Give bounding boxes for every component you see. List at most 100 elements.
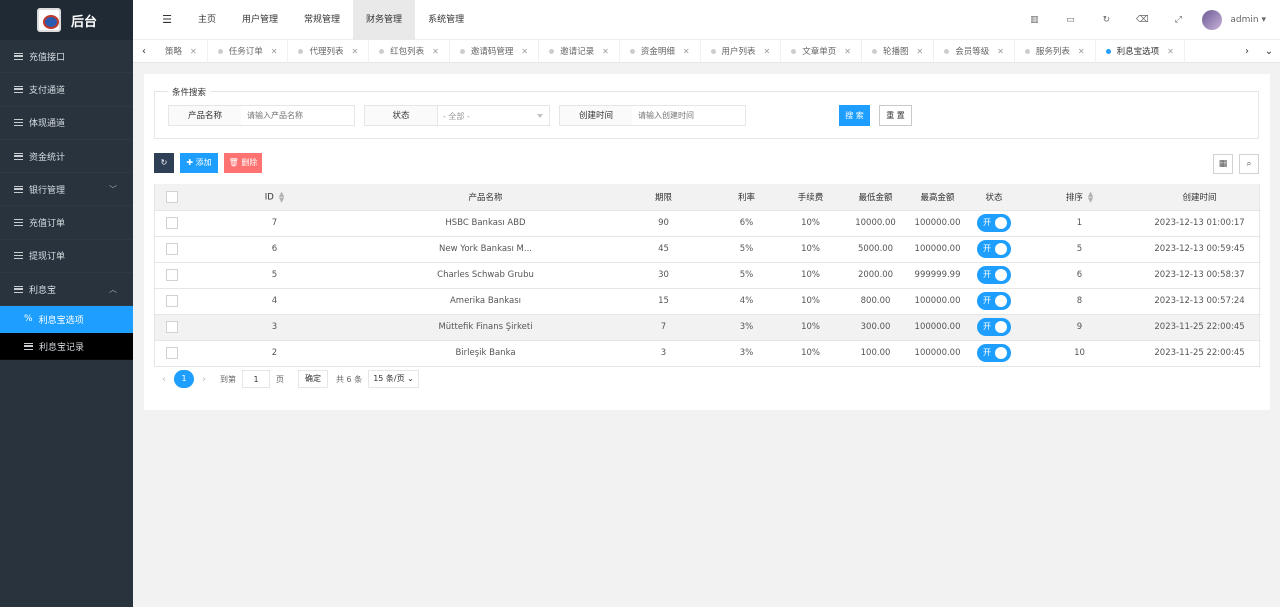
status-toggle[interactable]: 开	[977, 318, 1012, 336]
close-icon[interactable]: ✕	[1167, 47, 1174, 56]
status-toggle[interactable]: 开	[977, 266, 1012, 284]
row-checkbox[interactable]	[165, 269, 178, 281]
sort-icon[interactable]: ▲ ▼	[279, 190, 284, 203]
cell-name: Müttefik Finans Şirketi	[360, 314, 611, 341]
close-icon[interactable]: ✕	[764, 47, 771, 56]
refresh-icon[interactable]: ↻	[1088, 15, 1124, 25]
cell-created: 2023-11-25 22:00:45	[1139, 314, 1260, 341]
goto-confirm-button[interactable]: 确定	[298, 370, 328, 388]
refresh-icon: ↻	[160, 158, 168, 167]
search-icon[interactable]: ⌕	[1239, 154, 1259, 174]
cell-name: Charles Schwab Grubu	[360, 262, 611, 289]
fullscreen-icon[interactable]: ⤢	[1160, 15, 1196, 25]
chart-icon[interactable]: ▥	[1016, 15, 1052, 25]
row-checkbox-cell[interactable]	[154, 262, 189, 289]
tab-task-orders[interactable]: 任务订单 ✕	[208, 39, 289, 63]
th-sort[interactable]: 排序 ▲ ▼	[1019, 184, 1140, 211]
cell-created: 2023-12-13 00:59:45	[1139, 236, 1260, 263]
goto-page-input[interactable]	[242, 370, 270, 388]
close-icon[interactable]: ✕	[1078, 47, 1085, 56]
sidebar-item-withdraw-channel[interactable]: 体现通道	[0, 107, 133, 140]
tabs-dropdown-icon[interactable]: ⌄	[1258, 46, 1280, 57]
cell-id: 2	[188, 340, 361, 367]
created-time-input[interactable]	[632, 105, 746, 126]
tabs-next-icon[interactable]: ›	[1236, 46, 1258, 57]
row-checkbox-cell[interactable]	[154, 340, 189, 367]
sidebar-item-withdraw-orders[interactable]: 提现订单	[0, 240, 133, 273]
sidebar-item-bank-manage[interactable]: 银行管理 ﹀	[0, 173, 133, 206]
close-icon[interactable]: ✕	[432, 47, 439, 56]
row-checkbox-cell[interactable]	[154, 236, 189, 263]
tabs-prev-icon[interactable]: ‹	[133, 46, 155, 57]
add-button[interactable]: ✚ 添加	[180, 153, 218, 173]
close-icon[interactable]: ✕	[602, 47, 609, 56]
tab-redpacket[interactable]: 红包列表 ✕	[369, 39, 450, 63]
nav-home[interactable]: 主页	[185, 0, 229, 40]
tab-carousel[interactable]: 轮播图 ✕	[862, 39, 935, 63]
tab-services[interactable]: 服务列表 ✕	[1015, 39, 1096, 63]
sidebar-subitem-interest-options[interactable]: % 利息宝选项	[0, 306, 133, 334]
nav-general[interactable]: 常规管理	[291, 0, 353, 40]
close-icon[interactable]: ✕	[683, 47, 690, 56]
sidebar-item-interest[interactable]: 利息宝 ︿	[0, 273, 133, 306]
nav-system[interactable]: 系统管理	[415, 0, 477, 40]
row-checkbox[interactable]	[165, 321, 178, 333]
close-icon[interactable]: ✕	[844, 47, 851, 56]
status-toggle[interactable]: 开	[977, 292, 1012, 310]
row-checkbox-cell[interactable]	[154, 210, 189, 237]
close-icon[interactable]: ✕	[351, 47, 358, 56]
row-checkbox[interactable]	[165, 347, 178, 359]
sidebar-item-recharge-orders[interactable]: 充值订单	[0, 206, 133, 239]
status-toggle[interactable]: 开	[977, 240, 1012, 258]
select-all-checkbox-cell[interactable]	[154, 184, 189, 211]
tab-user-list[interactable]: 用户列表 ✕	[701, 39, 782, 63]
tab-agents[interactable]: 代理列表 ✕	[288, 39, 370, 63]
sidebar-item-recharge-api[interactable]: 充值接口	[0, 40, 133, 73]
search-button[interactable]: 搜 索	[839, 105, 870, 126]
sort-icon[interactable]: ▲ ▼	[1088, 191, 1093, 204]
trash-icon[interactable]: ⌫	[1124, 15, 1160, 25]
close-icon[interactable]: ✕	[916, 47, 923, 56]
status-select[interactable]: - 全部 -	[437, 105, 550, 126]
reset-button[interactable]: 重 置	[879, 105, 912, 126]
prev-page-icon[interactable]: ‹	[154, 374, 174, 385]
sidebar-item-pay-channel[interactable]: 支付通道	[0, 73, 133, 106]
tab-interest-options[interactable]: 利息宝选项 ✕	[1096, 39, 1185, 63]
refresh-button[interactable]: ↻	[154, 153, 174, 173]
current-page[interactable]: 1	[174, 370, 194, 388]
row-checkbox[interactable]	[165, 217, 178, 229]
next-page-icon[interactable]: ›	[194, 374, 214, 385]
row-checkbox[interactable]	[165, 243, 178, 255]
sidebar-subitem-interest-records[interactable]: 利息宝记录	[0, 333, 133, 361]
menu-toggle-icon[interactable]: ☰	[149, 13, 185, 26]
user-menu[interactable]: admin ▾	[1230, 15, 1266, 25]
th-id[interactable]: ID ▲ ▼	[188, 184, 361, 211]
tab-article-pages[interactable]: 文章单页 ✕	[781, 39, 862, 63]
tab-invite-records[interactable]: 邀请记录 ✕	[539, 39, 620, 63]
row-checkbox-cell[interactable]	[154, 288, 189, 315]
nav-users[interactable]: 用户管理	[229, 0, 291, 40]
nav-finance[interactable]: 财务管理	[353, 0, 416, 40]
table-row: 4 Amerika Bankası 15 4% 10% 800.00 100000.00 开 8…	[154, 288, 1260, 315]
sidebar-item-fund-stats[interactable]: 资金统计	[0, 140, 133, 173]
tab-strategy[interactable]: 策略 ✕	[155, 39, 208, 63]
close-icon[interactable]: ✕	[997, 47, 1004, 56]
close-icon[interactable]: ✕	[521, 47, 528, 56]
row-checkbox[interactable]	[165, 295, 178, 307]
tab-dot	[217, 48, 223, 54]
row-checkbox-cell[interactable]	[154, 314, 189, 341]
card-icon[interactable]: ▭	[1052, 15, 1088, 25]
avatar[interactable]	[1202, 10, 1223, 30]
page-size-select[interactable]: 15 条/页 ⌄	[368, 370, 419, 388]
status-toggle[interactable]: 开	[977, 344, 1012, 362]
tab-fund-details[interactable]: 资金明细 ✕	[620, 39, 701, 63]
product-name-input[interactable]	[241, 105, 355, 126]
tab-member-levels[interactable]: 会员等级 ✕	[934, 39, 1015, 63]
delete-button[interactable]: 🗑 删除	[224, 153, 262, 173]
close-icon[interactable]: ✕	[190, 47, 197, 56]
tab-invite-codes[interactable]: 邀请码管理 ✕	[450, 39, 540, 63]
select-all-checkbox[interactable]	[165, 190, 178, 203]
close-icon[interactable]: ✕	[271, 47, 278, 56]
status-toggle[interactable]: 开	[977, 214, 1012, 232]
columns-filter-icon[interactable]: ▦	[1213, 154, 1233, 174]
